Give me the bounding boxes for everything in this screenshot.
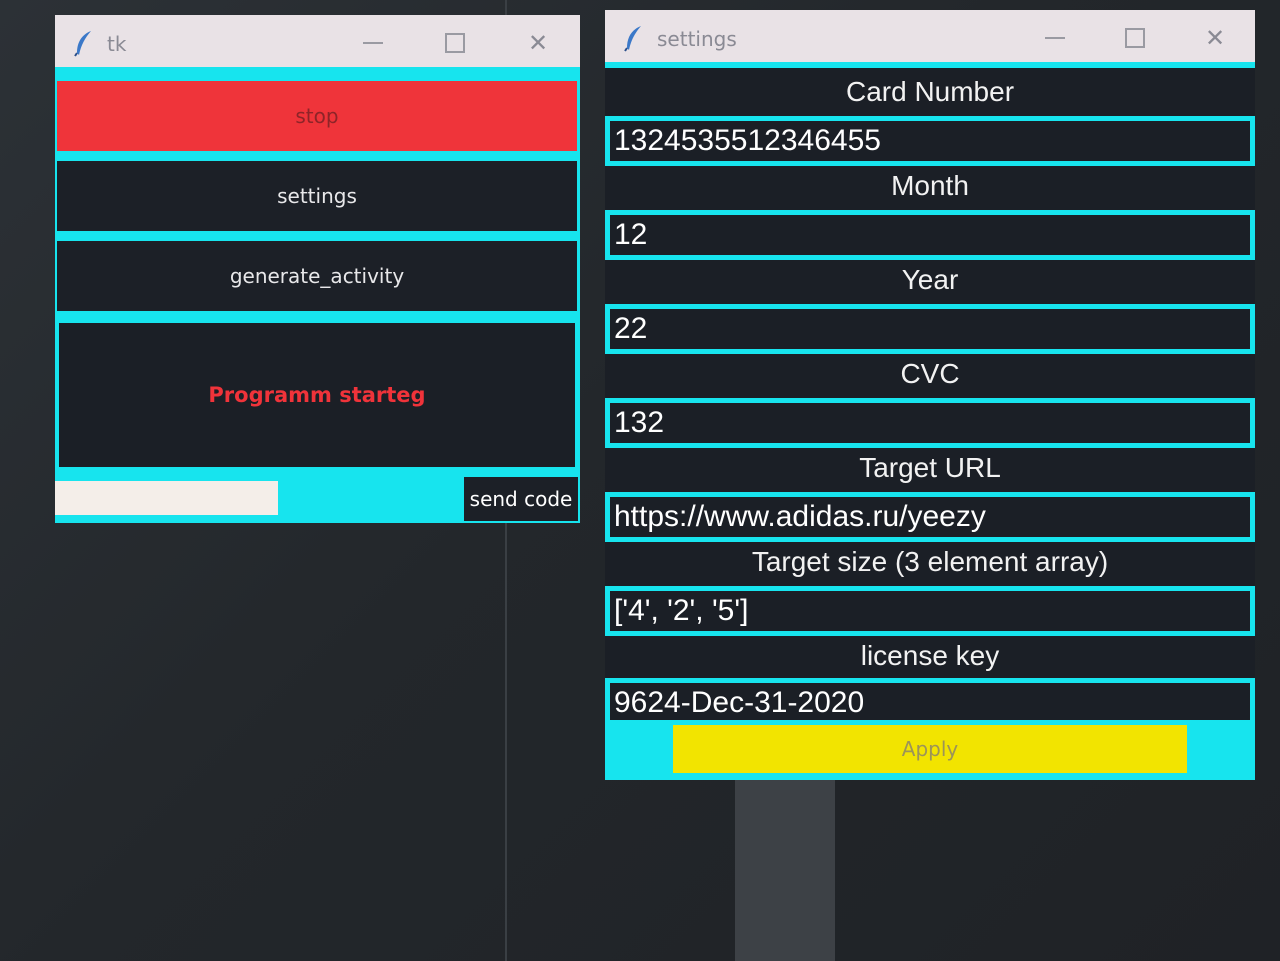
settings-titlebar[interactable]: settings ✕: [605, 10, 1255, 68]
target-size-label: Target size (3 element array): [751, 546, 1109, 577]
target-size-field[interactable]: [605, 586, 1255, 636]
cvc-field[interactable]: [605, 398, 1255, 448]
month-label: Month: [891, 170, 969, 201]
maximize-icon[interactable]: [1117, 20, 1153, 56]
minimize-icon[interactable]: [1037, 20, 1073, 56]
license-key-label: license key: [860, 640, 1000, 671]
cvc-label: CVC: [900, 358, 960, 389]
target-url-field[interactable]: [605, 492, 1255, 542]
tk-window: tk ✕ stop settings generate_activity Pro…: [55, 15, 580, 523]
close-icon[interactable]: ✕: [1197, 20, 1233, 56]
generate-activity-button[interactable]: generate_activity: [57, 241, 577, 311]
settings-button[interactable]: settings: [57, 161, 577, 231]
code-input[interactable]: [55, 481, 278, 515]
maximize-icon[interactable]: [437, 25, 473, 61]
close-icon[interactable]: ✕: [520, 25, 556, 61]
minimize-icon[interactable]: [355, 25, 391, 61]
feather-icon: [73, 29, 95, 57]
tk-window-title: tk: [107, 32, 127, 56]
send-code-button[interactable]: send code: [464, 477, 578, 521]
card-number-field[interactable]: [605, 116, 1255, 166]
tk-titlebar[interactable]: tk ✕: [55, 15, 580, 73]
settings-window: settings ✕ Card Number Month Year CVC Ta…: [605, 10, 1255, 780]
settings-window-title: settings: [657, 27, 737, 51]
year-field[interactable]: [605, 304, 1255, 354]
status-text: Programm starteg: [59, 323, 575, 467]
stop-button[interactable]: stop: [57, 81, 577, 151]
apply-area: Apply: [605, 720, 1255, 780]
desktop-strip: [735, 775, 835, 961]
target-url-label: Target URL: [859, 452, 1001, 483]
apply-button[interactable]: Apply: [673, 725, 1187, 773]
feather-icon: [623, 24, 645, 52]
card-number-label: Card Number: [845, 76, 1015, 107]
month-field[interactable]: [605, 210, 1255, 260]
year-label: Year: [901, 264, 959, 295]
